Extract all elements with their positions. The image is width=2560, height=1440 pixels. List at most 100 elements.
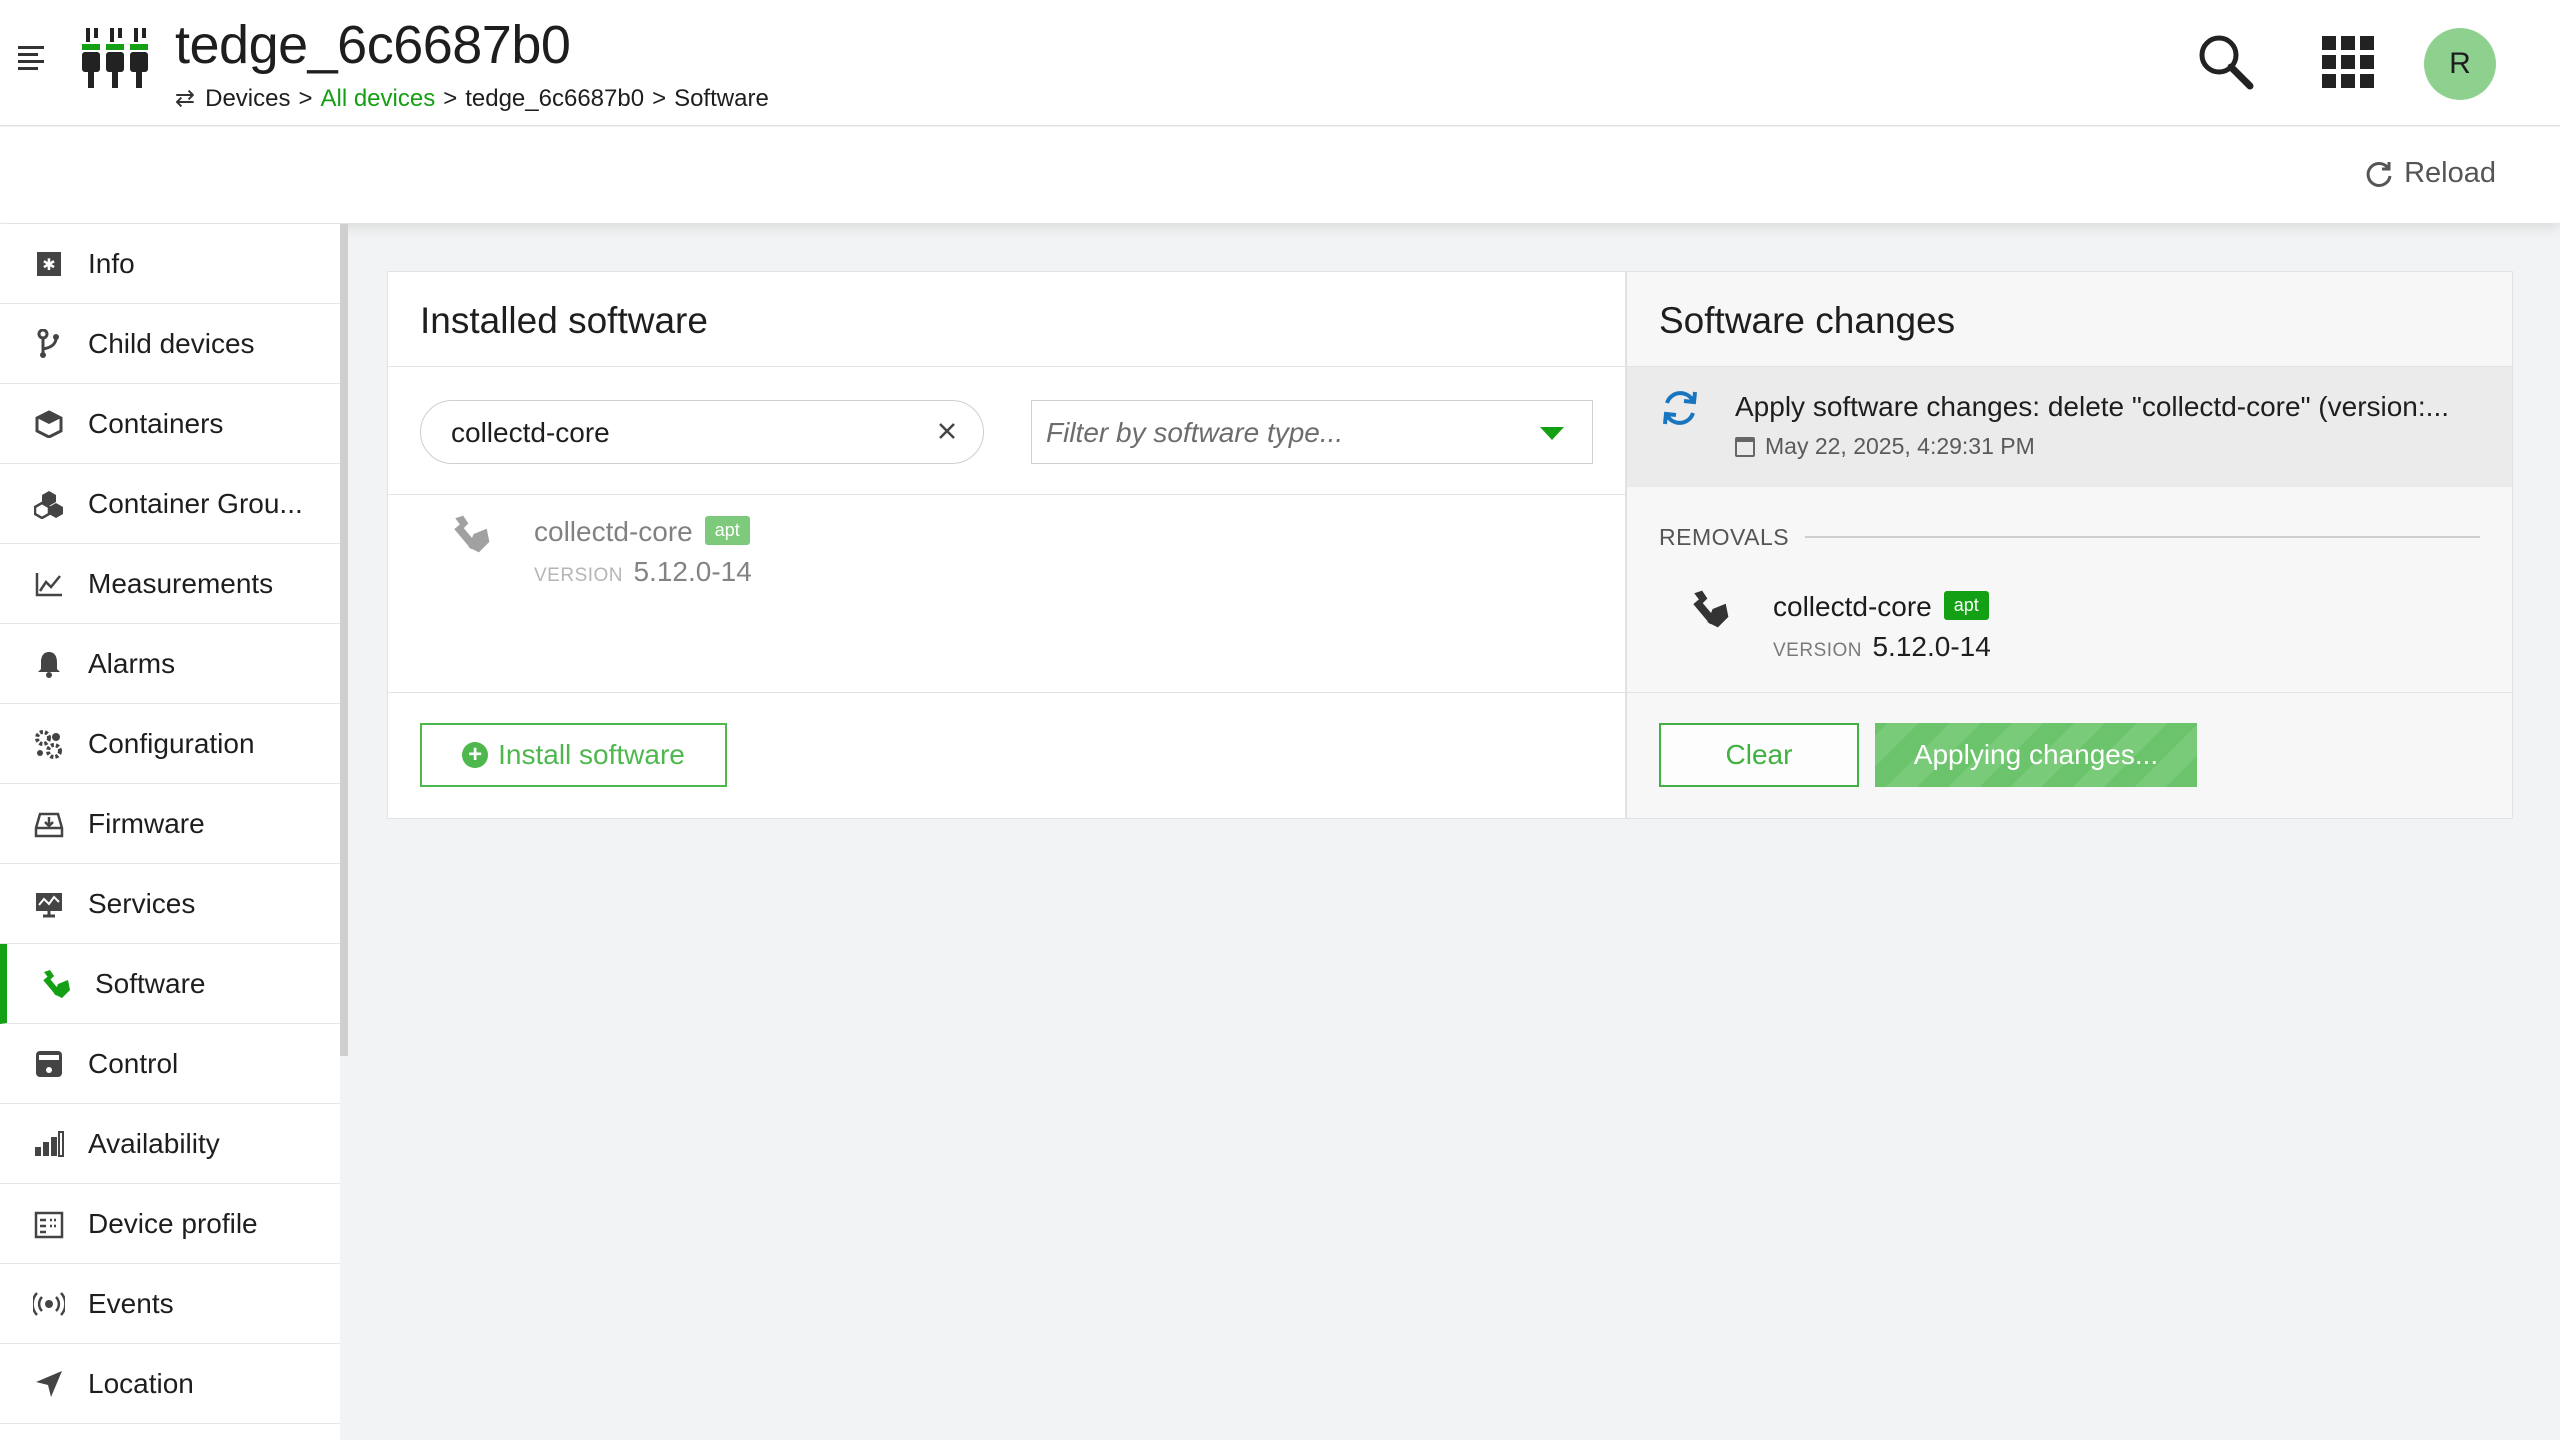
sidebar-item-services[interactable]: Services <box>0 864 340 944</box>
pending-operation[interactable]: Apply software changes: delete "collectd… <box>1627 367 2512 487</box>
app-switcher-icon[interactable] <box>2322 36 2374 88</box>
sidebar-item-measurements[interactable]: Measurements <box>0 544 340 624</box>
search-icon[interactable] <box>2196 32 2254 90</box>
measurements-icon <box>32 567 66 601</box>
sidebar-item-info[interactable]: ✱ Info <box>0 224 340 304</box>
app-header: tedge_6c6687b0 ⇄ Devices > All devices >… <box>0 0 2560 126</box>
menu-toggle-icon[interactable] <box>16 44 48 74</box>
chevron-down-icon <box>1540 427 1564 440</box>
sidebar-scrollbar[interactable] <box>340 224 348 1056</box>
sidebar-item-label: Alarms <box>88 647 176 679</box>
firmware-icon <box>32 807 66 841</box>
sidebar-item-label: Software <box>95 967 206 999</box>
info-icon: ✱ <box>32 247 66 281</box>
installed-software-title: Installed software <box>420 300 708 341</box>
sidebar-item-firmware[interactable]: Firmware <box>0 784 340 864</box>
software-name: collectd-core <box>1773 591 1932 622</box>
clear-button[interactable]: Clear <box>1659 723 1859 787</box>
action-bar: Reload <box>0 127 2560 223</box>
software-package-icon <box>1693 590 1729 628</box>
version-label: VERSION <box>534 565 624 586</box>
sidebar-item-label: Firmware <box>88 807 205 839</box>
availability-icon <box>32 1127 66 1161</box>
installed-software-card: Installed software collectd-core Filter … <box>387 271 1626 819</box>
reload-label: Reload <box>2404 157 2496 189</box>
sidebar-item-label: Device profile <box>88 1207 258 1239</box>
sidebar-item-label: Container Grou... <box>88 487 303 519</box>
device-profile-icon <box>32 1207 66 1241</box>
sidebar-item-alarms[interactable]: Alarms <box>0 624 340 704</box>
breadcrumb-all-devices[interactable]: All devices <box>320 85 435 113</box>
sidebar-item-label: Services <box>88 887 196 919</box>
software-icon <box>39 967 73 1001</box>
sidebar-item-events[interactable]: Events <box>0 1264 340 1344</box>
breadcrumb-separator: > <box>652 84 667 112</box>
sidebar-item-label: Configuration <box>88 727 255 759</box>
sidebar-item-label: Events <box>88 1287 174 1319</box>
install-software-label: Install software <box>498 739 685 770</box>
sidebar-item-label: Location <box>88 1367 194 1399</box>
sidebar-item-label: Measurements <box>88 567 274 599</box>
divider <box>1805 536 2480 538</box>
sidebar-item-software[interactable]: Software <box>0 944 340 1024</box>
page-title: tedge_6c6687b0 <box>175 15 571 75</box>
sidebar-item-label: Availability <box>88 1127 220 1159</box>
breadcrumb-devices[interactable]: Devices <box>205 85 290 113</box>
sidebar-item-label: Info <box>88 247 135 279</box>
divider <box>388 494 1625 495</box>
divider <box>1627 692 2512 693</box>
clear-search-icon[interactable] <box>933 417 961 445</box>
filter-placeholder: Filter by software type... <box>1046 417 1344 448</box>
software-search-input[interactable]: collectd-core <box>420 400 984 464</box>
search-value: collectd-core <box>451 417 610 448</box>
child-devices-icon <box>32 327 66 361</box>
divider <box>388 692 1625 693</box>
sidebar-item-containers[interactable]: Containers <box>0 384 340 464</box>
operation-date: May 22, 2025, 4:29:31 PM <box>1735 433 2035 460</box>
version-value: 5.12.0-14 <box>1872 631 1991 662</box>
refresh-icon <box>2366 161 2392 187</box>
bell-icon <box>32 647 66 681</box>
sidebar-item-label: Containers <box>88 407 224 439</box>
apply-changes-button[interactable]: Applying changes... <box>1875 723 2197 787</box>
software-type-badge: apt <box>704 516 750 546</box>
software-type-filter[interactable]: Filter by software type... <box>1031 400 1593 464</box>
swap-icon[interactable]: ⇄ <box>175 84 195 113</box>
sidebar-item-container-groups[interactable]: Container Grou... <box>0 464 340 544</box>
breadcrumb-device[interactable]: tedge_6c6687b0 <box>465 85 644 113</box>
software-changes-title: Software changes <box>1659 300 1956 341</box>
sidebar-item-location[interactable]: Location <box>0 1344 340 1424</box>
software-type-badge: apt <box>1943 591 1989 621</box>
services-icon <box>32 887 66 921</box>
svg-text:✱: ✱ <box>42 255 55 274</box>
calendar-icon <box>1735 436 1755 457</box>
plus-circle-icon: + <box>462 742 489 768</box>
sidebar-item-device-profile[interactable]: Device profile <box>0 1184 340 1264</box>
sidebar-item-label: Control <box>88 1047 179 1079</box>
sidebar-item-control[interactable]: Control <box>0 1024 340 1104</box>
breadcrumb: ⇄ Devices > All devices > tedge_6c6687b0… <box>175 84 769 113</box>
events-icon <box>32 1287 66 1321</box>
software-changes-card: Software changes Apply software changes:… <box>1626 271 2513 819</box>
breadcrumb-separator: > <box>298 84 313 112</box>
divider <box>388 366 1625 367</box>
configuration-icon <box>32 727 66 761</box>
sidebar-item-configuration[interactable]: Configuration <box>0 704 340 784</box>
operation-date-text: May 22, 2025, 4:29:31 PM <box>1765 433 2035 459</box>
install-software-button[interactable]: + Install software <box>420 723 727 787</box>
sidebar-item-label: Child devices <box>88 327 255 359</box>
sidebar-item-availability[interactable]: Availability <box>0 1104 340 1184</box>
device-icon <box>82 28 148 88</box>
operation-title: Apply software changes: delete "collectd… <box>1735 391 2449 422</box>
reload-button[interactable]: Reload <box>2364 157 2496 190</box>
location-icon <box>32 1367 66 1401</box>
breadcrumb-separator: > <box>443 84 458 112</box>
sync-icon <box>1663 391 1697 425</box>
sidebar-item-child-devices[interactable]: Child devices <box>0 304 340 384</box>
sidebar-nav: ✱ Info Child devices Containers Containe… <box>0 224 340 1440</box>
breadcrumb-current: Software <box>674 84 769 112</box>
user-avatar[interactable]: R <box>2424 28 2496 100</box>
container-groups-icon <box>32 487 66 521</box>
control-icon <box>32 1047 66 1081</box>
software-package-icon <box>454 515 490 553</box>
